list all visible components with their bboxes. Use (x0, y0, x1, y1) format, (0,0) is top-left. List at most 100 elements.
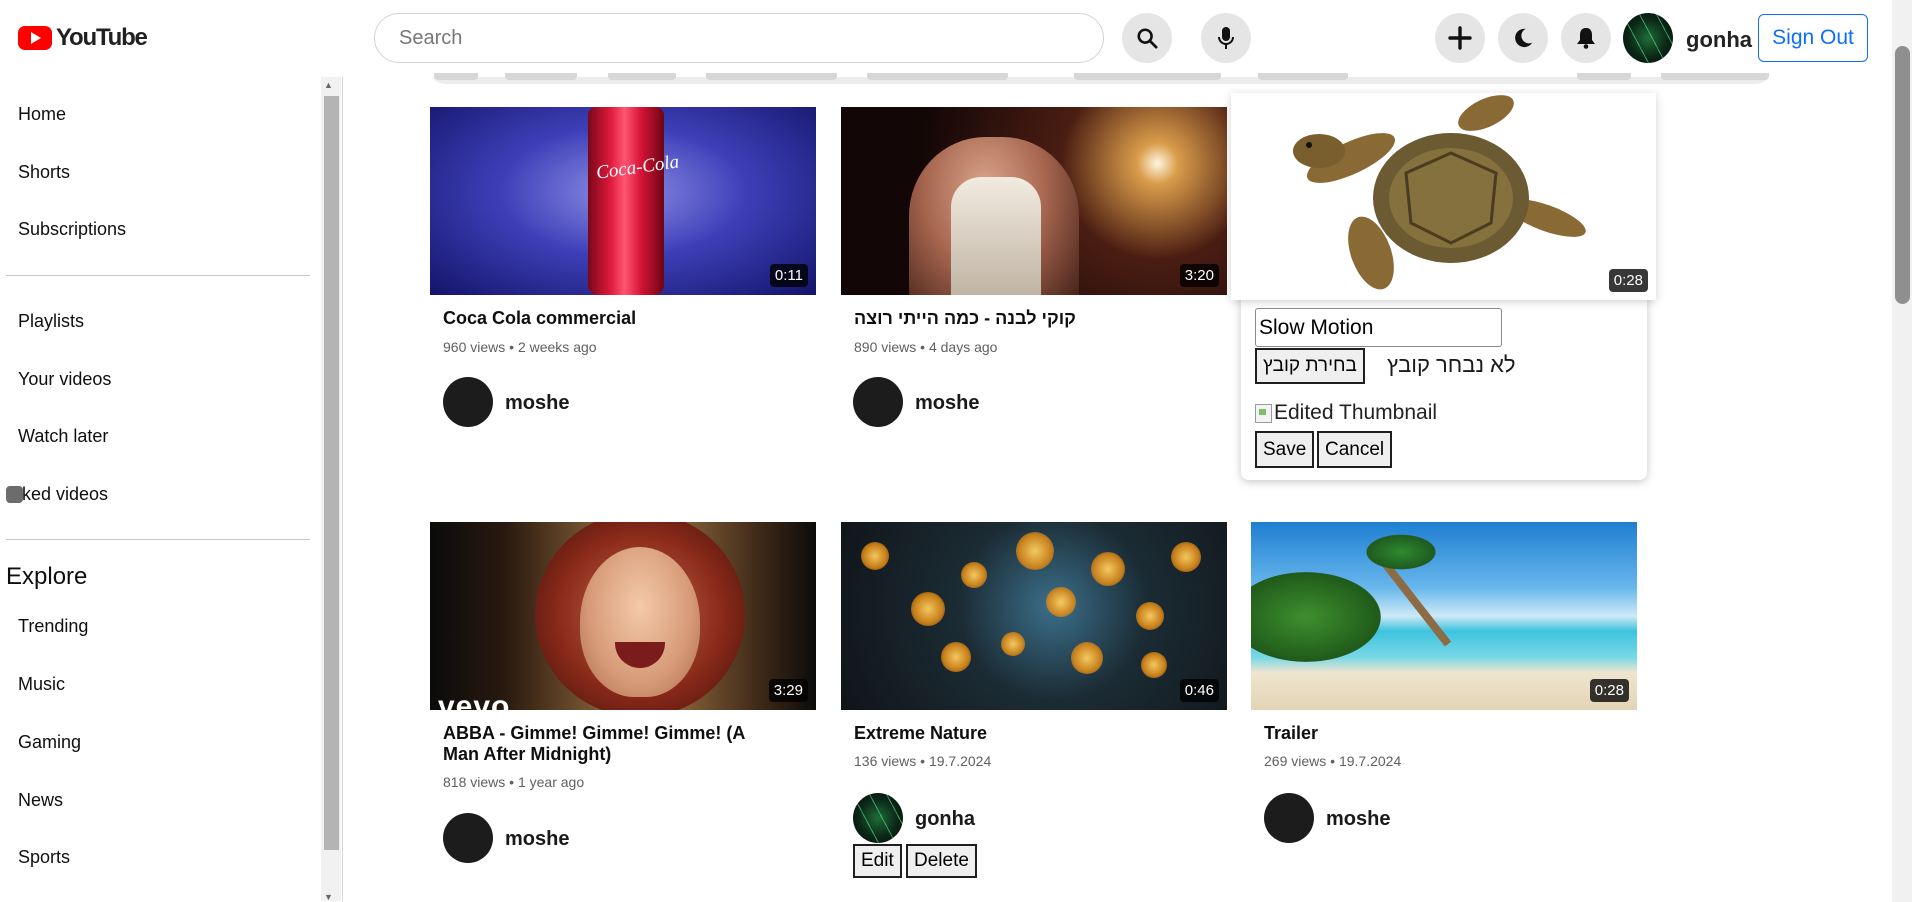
meta-separator: • (920, 339, 926, 355)
video-meta: 960 views • 2 weeks ago (443, 339, 597, 355)
create-button[interactable] (1435, 13, 1485, 63)
choose-file-button[interactable]: בחירת קובץ (1255, 348, 1365, 384)
channel-avatar[interactable] (853, 377, 903, 427)
sidebar-item-sports[interactable]: Sports (18, 847, 70, 868)
thumbnail-image (1141, 652, 1167, 678)
category-chip[interactable] (706, 73, 837, 80)
category-chip[interactable] (1074, 73, 1221, 80)
notifications-button[interactable] (1561, 13, 1611, 63)
search-button[interactable] (1122, 13, 1172, 63)
video-thumbnail[interactable]: Coca-Cola 0:11 (430, 107, 816, 295)
youtube-logo[interactable]: YouTube (18, 24, 148, 52)
category-chip[interactable] (505, 73, 577, 80)
meta-separator: • (509, 339, 515, 355)
sidebar-item-playlists[interactable]: Playlists (18, 311, 84, 332)
video-title[interactable]: Extreme Nature (854, 723, 1194, 744)
category-chip[interactable] (434, 73, 478, 80)
page-scrollbar-thumb[interactable] (1895, 46, 1910, 304)
preview-thumbnail[interactable]: 0:28 (1231, 93, 1656, 300)
thumbnail-image (911, 592, 945, 626)
video-date: 19.7.2024 (1338, 753, 1402, 769)
channel-name[interactable]: moshe (1326, 808, 1390, 831)
video-title[interactable]: קוקי לבנה - כמה הייתי רוצה (854, 308, 1194, 329)
video-title[interactable]: Coca Cola commercial (443, 308, 783, 329)
explore-heading: Explore (6, 563, 88, 590)
video-title-input[interactable] (1255, 308, 1502, 347)
thumbnail-image (580, 547, 700, 697)
sidebar-scrollbar-thumb[interactable] (324, 96, 339, 850)
sidebar-divider (6, 539, 310, 540)
channel-name[interactable]: moshe (505, 392, 569, 415)
channel-avatar[interactable] (443, 377, 493, 427)
search-icon (1137, 28, 1158, 49)
thumbnail-image (941, 642, 971, 672)
sidebar-item-liked-videos[interactable]: iked videos (18, 484, 108, 505)
duration-badge: 3:29 (768, 679, 808, 702)
thumbnail-image (1016, 532, 1054, 570)
video-title[interactable]: ABBA - Gimme! Gimme! Gimme! (A Man After… (443, 723, 783, 765)
video-thumbnail[interactable]: 0:46 (841, 522, 1227, 710)
thumbnail-image (1136, 602, 1164, 630)
thumbnail-image (1361, 532, 1441, 572)
category-chip[interactable] (1258, 73, 1348, 80)
channel-name[interactable]: moshe (915, 392, 979, 415)
sidebar-item-home[interactable]: Home (18, 104, 66, 125)
sidebar-border (342, 77, 343, 902)
channel-avatar[interactable] (853, 793, 903, 843)
video-thumbnail[interactable]: 3:20 (841, 107, 1227, 295)
video-thumbnail[interactable]: 0:28 (1251, 522, 1637, 710)
thumbnail-image (1001, 632, 1025, 656)
sidebar-item-shorts[interactable]: Shorts (18, 162, 70, 183)
delete-video-button[interactable]: Delete (906, 844, 977, 878)
cancel-button[interactable]: Cancel (1317, 431, 1393, 468)
thumbnail-image (1091, 552, 1125, 586)
voice-search-button[interactable] (1201, 13, 1251, 63)
microphone-icon (1218, 27, 1234, 49)
logo-text: YouTube (56, 24, 148, 51)
sign-out-button[interactable]: Sign Out (1758, 14, 1868, 62)
duration-badge: 0:46 (1179, 679, 1219, 702)
category-chip[interactable] (867, 73, 1008, 80)
scroll-down-arrow-icon[interactable]: ▼ (324, 892, 333, 902)
save-button[interactable]: Save (1255, 431, 1315, 468)
thumbnail-image (1046, 587, 1076, 617)
bell-icon (1577, 28, 1595, 49)
thumbnail-image (1171, 542, 1201, 572)
username-label: gonha (1686, 27, 1752, 52)
category-chip[interactable] (1577, 73, 1631, 80)
channel-avatar[interactable] (443, 813, 493, 863)
user-avatar[interactable] (1623, 13, 1673, 63)
dark-mode-toggle[interactable] (1498, 13, 1548, 63)
liked-videos-icon (6, 486, 23, 503)
sidebar-item-subscriptions[interactable]: Subscriptions (18, 219, 126, 240)
duration-badge: 0:28 (1589, 679, 1629, 702)
sidebar-item-news[interactable]: News (18, 790, 63, 811)
edit-video-button[interactable]: Edit (853, 844, 902, 878)
channel-avatar[interactable] (1264, 793, 1314, 843)
video-thumbnail[interactable]: vevo 3:29 (430, 522, 816, 710)
video-views: 269 views (1264, 753, 1327, 769)
video-meta: 818 views • 1 year ago (443, 774, 584, 790)
sidebar-item-gaming[interactable]: Gaming (18, 732, 81, 753)
category-chip[interactable] (608, 73, 676, 80)
video-title[interactable]: Trailer (1264, 723, 1604, 744)
search-input[interactable] (374, 13, 1104, 63)
video-views: 960 views (443, 339, 506, 355)
sidebar-item-music[interactable]: Music (18, 674, 65, 695)
channel-name[interactable]: gonha (915, 808, 975, 831)
thumbnail-image (1071, 642, 1103, 674)
video-views: 136 views (854, 753, 917, 769)
plus-icon (1448, 26, 1472, 50)
vevo-watermark: vevo (438, 690, 511, 710)
category-chip[interactable] (1661, 73, 1769, 80)
scroll-up-arrow-icon[interactable]: ▲ (324, 80, 333, 90)
meta-separator: • (1330, 753, 1336, 769)
thumbnail-image (951, 177, 1041, 295)
meta-separator: • (509, 774, 515, 790)
thumbnail-image (1251, 572, 1381, 662)
sidebar-item-your-videos[interactable]: Your videos (18, 369, 111, 390)
channel-name[interactable]: moshe (505, 828, 569, 851)
sidebar-item-watch-later[interactable]: Watch later (18, 426, 108, 447)
turtle-image (1293, 95, 1586, 290)
sidebar-item-trending[interactable]: Trending (18, 616, 88, 637)
